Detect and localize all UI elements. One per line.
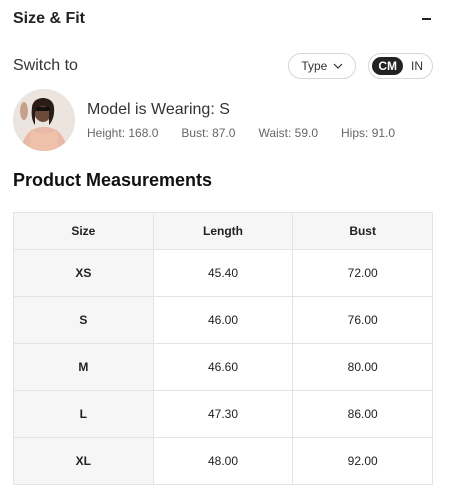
model-hips: Hips: 91.0	[341, 125, 396, 140]
length-cell: 46.60	[152, 343, 294, 391]
column-header-length: Length	[152, 212, 294, 250]
size-fit-header[interactable]: Size & Fit	[13, 0, 433, 38]
column-header-size: Size	[13, 212, 154, 250]
section-header-title: Size & Fit	[13, 10, 86, 27]
model-stats: Height: 168.0 Bust: 87.0 Waist: 59.0 Hip…	[87, 126, 395, 140]
measurements-table: Size Length Bust XS 45.40 72.00 S 46.00 …	[13, 212, 433, 485]
length-cell: 47.30	[152, 390, 294, 438]
collapse-minus-icon[interactable]	[419, 12, 433, 26]
model-height: Height: 168.0	[87, 125, 159, 140]
size-cell: XL	[13, 437, 154, 485]
table-row: M 46.60 80.00	[13, 343, 433, 391]
table-row: S 46.00 76.00	[13, 296, 433, 344]
unit-toggle[interactable]: CM IN	[368, 53, 433, 79]
switch-controls: Type CM IN	[288, 53, 433, 79]
unit-option-in[interactable]: IN	[405, 57, 429, 75]
bust-cell: 92.00	[292, 437, 433, 485]
chevron-down-icon	[333, 63, 343, 69]
unit-switch-row: Switch to Type CM IN	[13, 52, 433, 80]
size-cell: XS	[13, 249, 154, 297]
type-dropdown-label: Type	[301, 59, 328, 73]
unit-option-cm[interactable]: CM	[372, 57, 403, 75]
size-cell: S	[13, 296, 154, 344]
model-waist: Waist: 59.0	[258, 125, 319, 140]
bust-cell: 86.00	[292, 390, 433, 438]
product-measurements-title: Product Measurements	[13, 170, 213, 190]
model-info-block: Model is Wearing: S Height: 168.0 Bust: …	[13, 89, 433, 151]
size-cell: M	[13, 343, 154, 391]
length-cell: 46.00	[152, 296, 294, 344]
table-row: L 47.30 86.00	[13, 390, 433, 438]
switch-to-label: Switch to	[13, 57, 78, 74]
table-row: XS 45.40 72.00	[13, 249, 433, 297]
length-cell: 45.40	[152, 249, 294, 297]
bust-cell: 72.00	[292, 249, 433, 297]
size-cell: L	[13, 390, 154, 438]
bust-cell: 76.00	[292, 296, 433, 344]
model-bust: Bust: 87.0	[181, 125, 236, 140]
bust-cell: 80.00	[292, 343, 433, 391]
model-wearing-size: Model is Wearing: S	[87, 100, 230, 118]
model-avatar	[13, 89, 75, 151]
length-cell: 48.00	[152, 437, 294, 485]
type-dropdown[interactable]: Type	[288, 53, 357, 79]
column-header-bust: Bust	[292, 212, 433, 250]
model-details: Model is Wearing: S Height: 168.0 Bust: …	[87, 101, 395, 140]
table-header-row: Size Length Bust	[13, 212, 433, 250]
table-row: XL 48.00 92.00	[13, 437, 433, 485]
